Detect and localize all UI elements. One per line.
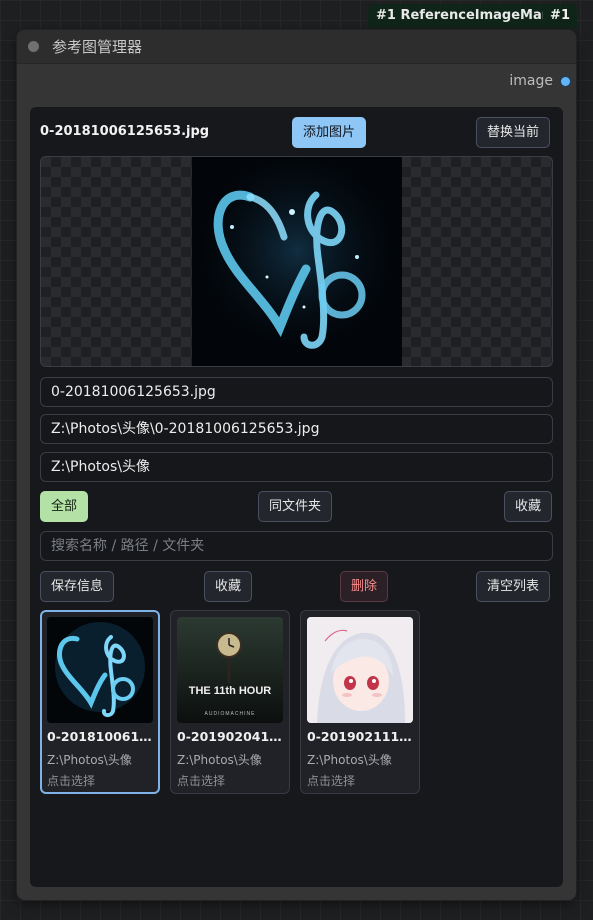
favorite-button[interactable]: 收藏 (204, 571, 253, 602)
card-hint: 点击选择 (307, 774, 356, 788)
thumb-album-title: THE 11th HOUR (188, 685, 272, 697)
thumb-album-subtitle: AUDIOMACHINE (204, 711, 256, 717)
card-name: 0-20190211190… (307, 729, 415, 744)
reference-image-manager-node[interactable]: 参考图管理器 image 0-20181006125653.jpg 添加图片 替… (17, 30, 576, 900)
card-hint: 点击选择 (47, 774, 96, 788)
card-thumbnail (307, 617, 413, 723)
card-hint: 点击选择 (177, 774, 226, 788)
node-badge-title: #1 ReferenceImageMana (376, 8, 560, 23)
node-title: 参考图管理器 (52, 38, 143, 56)
collapse-dot-icon[interactable] (28, 41, 39, 52)
path-field[interactable]: Z:\Photos\头像\0-20181006125653.jpg (40, 414, 553, 444)
card-name: 0-20190204191… (177, 729, 285, 744)
clock-album-cover-icon (177, 617, 283, 723)
node-badge-id: #1 (543, 4, 577, 28)
add-image-button[interactable]: 添加图片 (292, 117, 367, 148)
image-card[interactable]: 0-20190211190… Z:\Photos\头像 点击选择 (300, 610, 420, 794)
node-header[interactable]: 参考图管理器 (17, 30, 576, 64)
output-slot-icon[interactable] (561, 76, 570, 86)
filter-same-folder-button[interactable]: 同文件夹 (258, 491, 333, 522)
output-label: image (509, 73, 553, 89)
card-folder: Z:\Photos\头像 (307, 753, 392, 767)
image-card[interactable]: THE 11th HOUR AUDIOMACHINE 0-20190204191… (170, 610, 290, 794)
card-folder: Z:\Photos\头像 (177, 753, 262, 767)
manager-panel: 0-20181006125653.jpg 添加图片 替换当前 0-2018100… (30, 107, 563, 887)
image-card[interactable]: 0-20181006125653.jpg Z:\Photos\头像 点击选择 (40, 610, 160, 794)
heart-clef-artwork-icon (192, 157, 402, 366)
card-thumbnail: THE 11th HOUR AUDIOMACHINE (177, 617, 283, 723)
image-preview (40, 156, 553, 367)
folder-field[interactable]: Z:\Photos\头像 (40, 452, 553, 482)
current-filename: 0-20181006125653.jpg (40, 124, 210, 139)
output-row: image (17, 64, 576, 98)
clear-list-button[interactable]: 清空列表 (476, 571, 551, 602)
anime-girl-portrait-icon (307, 617, 413, 723)
save-info-button[interactable]: 保存信息 (40, 571, 115, 602)
filter-all-button[interactable]: 全部 (40, 491, 89, 522)
delete-button[interactable]: 删除 (340, 571, 389, 602)
card-folder: Z:\Photos\头像 (47, 753, 132, 767)
filter-favorites-button[interactable]: 收藏 (504, 491, 553, 522)
preview-image (192, 157, 402, 366)
name-field[interactable]: 0-20181006125653.jpg (40, 377, 553, 407)
heart-clef-thumbnail-icon (47, 617, 153, 723)
replace-current-button[interactable]: 替换当前 (476, 117, 551, 148)
card-thumbnail (47, 617, 153, 723)
card-name: 0-20181006125653.jpg (47, 729, 155, 744)
search-input[interactable] (40, 531, 553, 561)
node-id-badge: #1 ReferenceImageMana #1 (368, 4, 577, 28)
